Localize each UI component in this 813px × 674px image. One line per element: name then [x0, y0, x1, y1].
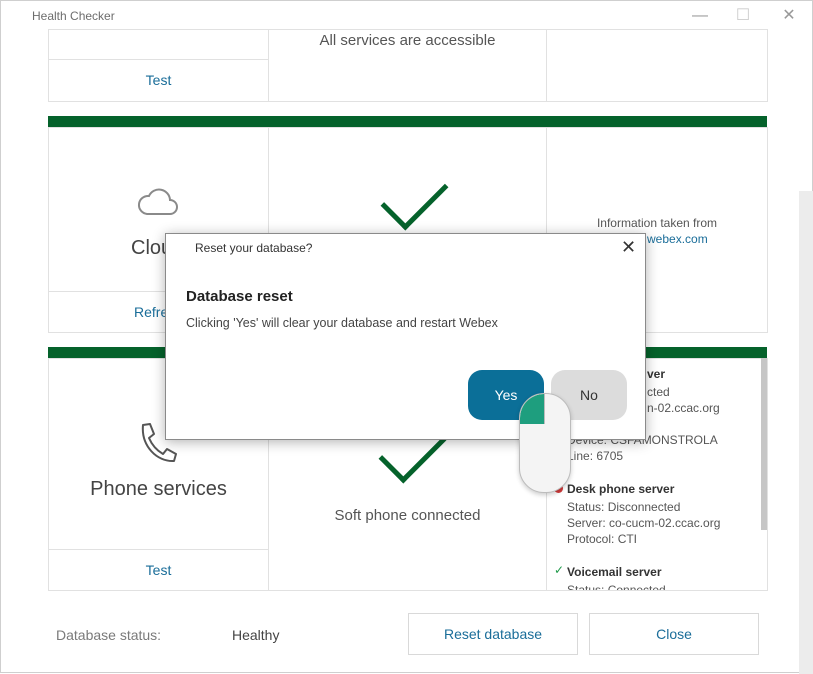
cloud-icon [138, 188, 178, 215]
reset-database-button[interactable]: Reset database [408, 613, 578, 655]
top-row-test-cell: Test [48, 59, 269, 102]
db-status-label: Database status: [56, 627, 162, 643]
details-scrollbar[interactable] [761, 358, 767, 530]
top-test-button[interactable]: Test [49, 72, 268, 88]
dialog-message: Clicking 'Yes' will clear your database … [186, 316, 498, 330]
voicemail-heading: Voicemail server [567, 565, 662, 579]
top-row-status: All services are accessible [319, 32, 496, 49]
mouse-click-indicator-icon [519, 393, 571, 493]
cloud-info-text: Information taken from [596, 216, 718, 230]
close-icon[interactable]: ✕ [621, 237, 636, 258]
dialog-title: Reset your database? [195, 241, 313, 255]
close-icon[interactable]: ✕ [779, 6, 799, 26]
softphone-server: n-02.ccac.org [647, 401, 720, 415]
close-button[interactable]: Close [589, 613, 759, 655]
dialog-heading: Database reset [186, 288, 293, 305]
cloud-row-status-bar [48, 116, 767, 127]
phone-row-button-cell: Test [48, 549, 269, 591]
minimize-icon[interactable]: — [690, 6, 710, 26]
desk-phone-status: Status: Disconnected [567, 500, 681, 514]
title-bar: Health Checker — ☐ ✕ [1, 1, 812, 32]
check-small-icon: ✓ [554, 563, 565, 577]
voicemail-status: Status: Connected [567, 583, 666, 591]
reset-database-dialog: Reset your database? ✕ Database reset Cl… [165, 233, 646, 440]
db-status-value: Healthy [232, 627, 280, 643]
phone-test-button[interactable]: Test [49, 562, 268, 578]
top-row-status-cell: All services are accessible [268, 29, 547, 102]
desk-phone-heading: Desk phone server [567, 482, 675, 496]
checkmark-icon [380, 162, 449, 231]
window-scrollbar[interactable] [799, 191, 813, 674]
cloud-refresh-button[interactable]: Refre [134, 304, 168, 320]
softphone-status: cted [647, 385, 670, 399]
cloud-info-link[interactable]: webex.com [647, 232, 708, 246]
window-title: Health Checker [32, 9, 115, 23]
desk-phone-protocol: Protocol: CTI [567, 532, 638, 546]
maximize-icon[interactable]: ☐ [733, 6, 753, 26]
phone-row-status: Soft phone connected [334, 507, 481, 524]
top-row-info-cell [546, 29, 768, 102]
softphone-line: Line: 6705 [567, 449, 624, 463]
mouse-divider [544, 394, 545, 424]
desk-phone-server: Server: co-cucm-02.ccac.org [567, 516, 721, 530]
softphone-server-heading: ver [647, 367, 666, 381]
phone-row-label: Phone services [90, 478, 227, 500]
